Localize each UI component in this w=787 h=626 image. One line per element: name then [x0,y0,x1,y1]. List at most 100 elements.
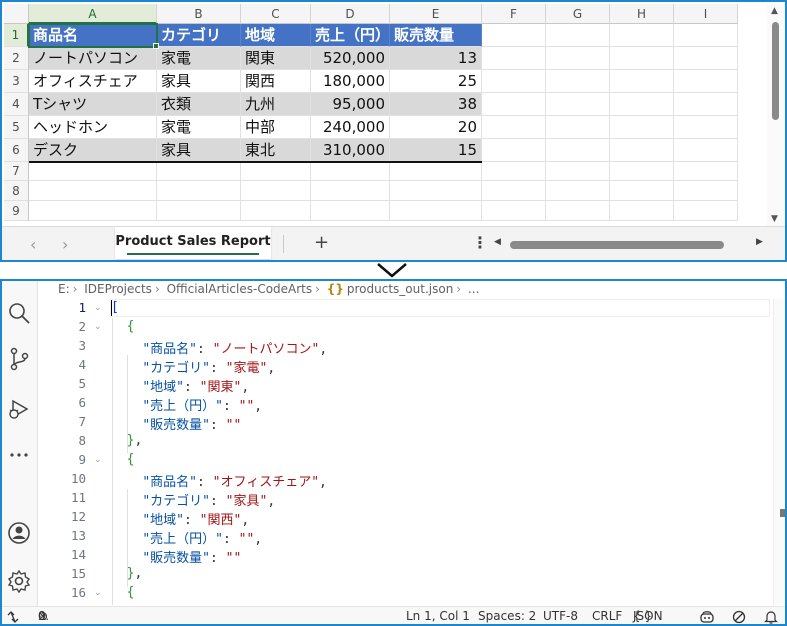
table-cell[interactable] [482,70,546,93]
horizontal-scroll-thumb[interactable] [510,241,724,249]
row-header-3[interactable]: 3 [4,70,29,93]
table-header-cell[interactable]: 地域 [241,24,311,47]
table-cell[interactable] [546,201,610,221]
table-cell[interactable] [311,162,390,181]
table-cell[interactable] [674,116,738,139]
sheet-tab-product-sales-report[interactable]: Product Sales Report [115,227,271,259]
table-cell[interactable]: 家電 [157,47,241,70]
table-cell[interactable]: 家電 [157,116,241,139]
remote-icon[interactable] [7,611,19,623]
table-cell[interactable]: 関西 [241,70,311,93]
table-header-cell[interactable]: カテゴリ [157,24,241,47]
scroll-down-icon[interactable]: ▼ [771,214,778,224]
table-cell[interactable]: Tシャツ [29,93,157,116]
table-cell[interactable] [610,162,674,181]
code-line[interactable]: "商品名": "ノートパソコン", [111,338,327,357]
table-cell[interactable] [674,47,738,70]
more-options-button[interactable]: ⋮ [472,233,488,252]
row-header-8[interactable]: 8 [4,181,29,201]
breadcrumb-drive[interactable]: E: [58,282,70,296]
table-cell[interactable] [610,70,674,93]
breadcrumb-symbols[interactable]: ... [468,282,479,296]
table-cell[interactable]: 九州 [241,93,311,116]
more-views-icon[interactable] [7,443,31,467]
table-cell[interactable] [482,201,546,221]
column-header-g[interactable]: G [546,4,610,24]
copilot-icon[interactable] [700,610,714,624]
next-sheet-icon[interactable]: › [62,235,68,254]
table-cell[interactable] [610,116,674,139]
table-cell[interactable] [29,201,157,221]
table-cell[interactable] [546,162,610,181]
table-cell[interactable]: ヘッドホン [29,116,157,139]
table-cell[interactable] [674,181,738,201]
table-cell[interactable]: 310,000 [311,139,390,162]
table-cell[interactable]: 家具 [157,139,241,162]
table-cell[interactable] [546,139,610,162]
table-header-cell[interactable] [674,24,738,47]
code-line[interactable]: "売上（円）": "", [111,395,262,414]
table-cell[interactable]: 東北 [241,139,311,162]
table-cell[interactable] [157,201,241,221]
table-cell[interactable] [546,181,610,201]
table-cell[interactable] [29,162,157,181]
vertical-scroll-thumb[interactable] [772,22,779,120]
source-control-icon[interactable] [7,347,31,371]
search-icon[interactable] [7,301,31,325]
code-line[interactable]: { [111,585,135,600]
table-cell[interactable]: 95,000 [311,93,390,116]
table-cell[interactable] [610,201,674,221]
breadcrumb-folder-officialarticles[interactable]: OfficialArticles-CodeArts [167,282,313,296]
code-line[interactable]: "商品名": "オフィスチェア", [111,471,327,490]
table-cell[interactable] [674,139,738,162]
indentation-setting[interactable]: Spaces: 2 [478,607,536,624]
add-sheet-button[interactable]: + [314,232,329,253]
code-line[interactable]: "販売数量": "" [111,414,241,433]
table-cell[interactable]: 520,000 [311,47,390,70]
column-header-c[interactable]: C [241,4,311,24]
table-cell[interactable] [390,181,482,201]
gear-icon[interactable] [7,569,31,593]
column-header-i[interactable]: I [674,4,738,24]
column-header-h[interactable]: H [610,4,674,24]
table-cell[interactable] [674,201,738,221]
table-cell[interactable] [311,201,390,221]
table-cell[interactable]: 180,000 [311,70,390,93]
code-line[interactable]: [ [111,300,119,315]
fold-chevron-icon[interactable]: ⌄ [94,455,102,465]
table-cell[interactable] [482,162,546,181]
row-header-6[interactable]: 6 [4,139,29,162]
breadcrumb-folder-ideprojects[interactable]: IDEProjects [84,282,152,296]
eol-setting[interactable]: CRLF [592,607,622,624]
editor-scrollbar[interactable] [773,299,785,605]
table-cell[interactable] [390,162,482,181]
select-all-corner[interactable] [4,4,29,24]
table-header-cell[interactable] [610,24,674,47]
code-line[interactable]: "販売数量": "" [111,547,241,566]
column-header-b[interactable]: B [157,4,241,24]
spreadsheet-grid[interactable]: A B C D E F G H I 1 2 3 4 5 6 7 8 9 商品名 カテゴリ 地域 売上（円） 販売数量 ノートパ… [4,4,766,224]
table-header-cell[interactable] [546,24,610,47]
scroll-right-icon[interactable]: ▶ [756,237,763,247]
table-cell[interactable]: 衣類 [157,93,241,116]
prev-sheet-icon[interactable]: ‹ [30,235,36,254]
row-header-9[interactable]: 9 [4,201,29,221]
table-cell[interactable]: 関東 [241,47,311,70]
table-cell[interactable] [241,201,311,221]
table-cell[interactable] [610,181,674,201]
breadcrumb-file[interactable]: products_out.json [347,282,453,296]
table-cell[interactable] [482,93,546,116]
table-cell[interactable] [29,181,157,201]
table-cell[interactable]: 15 [390,139,482,162]
column-header-f[interactable]: F [482,4,546,24]
table-cell[interactable] [546,47,610,70]
table-cell[interactable] [482,181,546,201]
table-cell[interactable]: 25 [390,70,482,93]
table-cell[interactable]: 家具 [157,70,241,93]
table-cell[interactable] [674,162,738,181]
table-cell[interactable] [674,70,738,93]
table-cell[interactable] [610,139,674,162]
table-header-cell[interactable]: 販売数量 [390,24,482,47]
table-cell[interactable] [610,47,674,70]
fill-handle[interactable] [153,43,159,49]
